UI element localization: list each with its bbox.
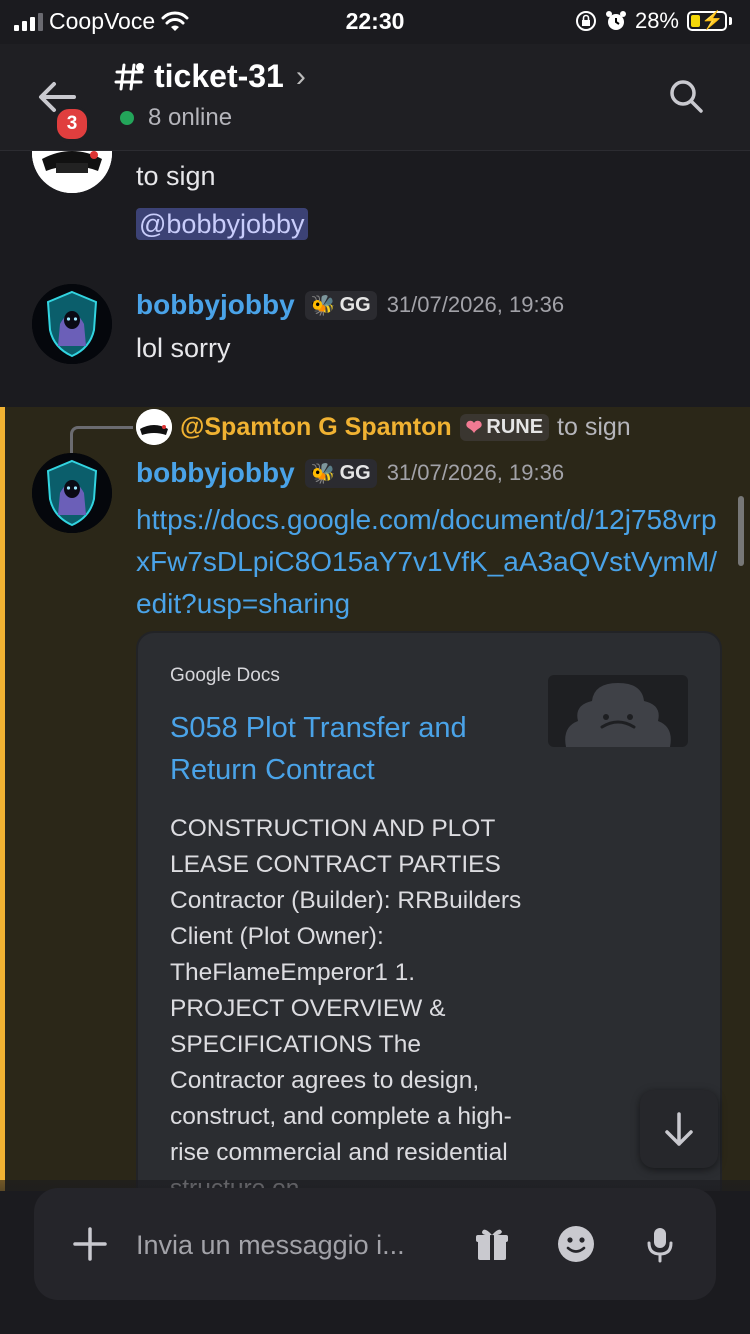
message-input[interactable]: [134, 1218, 448, 1272]
timestamp: 31/07/2026, 19:36: [386, 292, 565, 317]
message-composer: [34, 1188, 716, 1300]
timestamp: 31/07/2026, 19:36: [386, 460, 565, 485]
message-text: to sign: [136, 161, 216, 191]
reply-avatar: [136, 409, 172, 445]
status-right: 28% ⚡: [575, 8, 732, 34]
guild-tag-label: GG: [339, 461, 371, 484]
lock-rotation-icon: [575, 11, 596, 31]
user-mention[interactable]: @bobbyjobby: [136, 208, 308, 240]
message-header: bobbyjobby 🐝 GG 31/07/2026, 19:36: [136, 457, 564, 489]
rune-tag-label: RUNE: [486, 415, 544, 438]
guild-tag-label: GG: [339, 293, 371, 316]
plus-icon[interactable]: [72, 1226, 108, 1262]
bee-icon: 🐝: [310, 294, 336, 317]
embed-provider: Google Docs: [170, 665, 280, 686]
unread-badge: 3: [54, 106, 90, 142]
composer-area: [0, 1180, 750, 1334]
guild-tag[interactable]: 🐝 GG: [304, 458, 377, 488]
reply-snippet: to sign: [557, 412, 631, 441]
avatar-image: [32, 284, 112, 364]
message-header: bobbyjobby 🐝 GG 31/07/2026, 19:36: [136, 289, 564, 321]
message-link[interactable]: https://docs.google.com/document/d/12j75…: [136, 499, 726, 625]
bee-icon: 🐝: [310, 462, 336, 485]
online-count: 8 online: [148, 104, 233, 131]
link-embed[interactable]: Google Docs S058 Plot Transfer and Retur…: [136, 631, 722, 1191]
emoji-icon[interactable]: [556, 1224, 596, 1264]
reply-connector: [70, 426, 133, 453]
chevron-right-icon: ›: [295, 59, 306, 93]
embed-title[interactable]: S058 Plot Transfer and Return Contract: [170, 707, 510, 791]
avatar[interactable]: [32, 284, 112, 364]
battery-tip: [729, 17, 732, 25]
channel-title[interactable]: ticket-31 ›: [114, 58, 306, 95]
status-bar: CoopVoce 22:30 28% ⚡: [0, 0, 750, 44]
reply-author[interactable]: @Spamton G Spamton: [180, 413, 452, 442]
charging-bolt-icon: ⚡: [701, 10, 724, 30]
message-list[interactable]: to sign @bobbyjobby bobbyjobby 🐝 GG 31/0…: [0, 151, 750, 1191]
embed-description: CONSTRUCTION AND PLOT LEASE CONTRACT PAR…: [170, 815, 522, 1191]
online-dot: [120, 111, 134, 125]
rune-tag: ❤ RUNE: [459, 413, 550, 441]
author-name[interactable]: bobbyjobby: [136, 289, 295, 321]
avatar[interactable]: [32, 453, 112, 533]
highlight-bar: [0, 407, 5, 1191]
message-mention-line: @bobbyjobby: [136, 208, 308, 240]
battery-icon: ⚡: [687, 10, 727, 31]
channel-header: 3 ticket-31 › 8 online: [0, 44, 750, 151]
mic-icon[interactable]: [640, 1224, 680, 1264]
reply-avatar-image: [136, 409, 172, 445]
placeholder-blob-icon: [565, 683, 671, 747]
jump-to-bottom-button[interactable]: [640, 1090, 718, 1168]
avatar[interactable]: [32, 151, 112, 193]
author-name[interactable]: bobbyjobby: [136, 457, 295, 489]
arrow-down-icon: [665, 1112, 693, 1146]
embed-thumbnail[interactable]: [548, 675, 688, 747]
avatar-image: [32, 453, 112, 533]
scrollbar[interactable]: [738, 496, 744, 566]
battery-fill: [691, 15, 700, 27]
gift-icon[interactable]: [472, 1224, 512, 1264]
guild-tag[interactable]: 🐝 GG: [304, 290, 377, 320]
channel-name: ticket-31: [154, 58, 284, 94]
search-icon[interactable]: [668, 78, 704, 114]
online-status: 8 online: [120, 104, 232, 132]
message-text: lol sorry: [136, 333, 231, 363]
avatar-image: [32, 151, 112, 193]
heart-icon: ❤: [465, 416, 483, 439]
alarm-icon: [605, 11, 626, 30]
hash-icon: [114, 62, 144, 90]
battery-percent: 28%: [634, 8, 679, 33]
reply-reference[interactable]: @Spamton G Spamton ❤ RUNE to sign: [136, 409, 631, 445]
